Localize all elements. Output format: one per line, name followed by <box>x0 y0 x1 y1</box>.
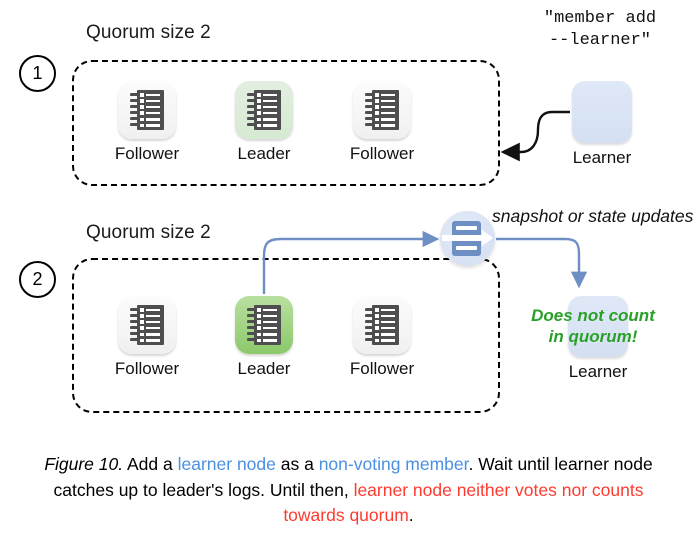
node-label: Follower <box>349 144 415 163</box>
caption-text-4: . <box>408 505 414 526</box>
caption-text-1: Add a <box>123 454 178 474</box>
member-add-command-text: "member add --learner" <box>543 9 657 51</box>
notepad-icon <box>365 90 399 130</box>
quorum-size-label-panel-2: Quorum size 2 <box>86 222 211 243</box>
node-follower-1b[interactable]: Follower <box>343 81 421 164</box>
notepad-icon <box>247 305 281 345</box>
node-follower-2a[interactable]: Follower <box>108 296 186 379</box>
node-label: Follower <box>114 359 180 378</box>
transfer-arrow-icon <box>482 230 493 246</box>
node-label: Follower <box>114 144 180 163</box>
notepad-icon <box>365 305 399 345</box>
figure-caption: Figure 10. Add a learner node as a non-v… <box>28 452 669 529</box>
learner-node-label-1: Learner <box>572 148 632 167</box>
caption-non-voting-member-blue: non-voting member <box>318 454 469 474</box>
node-icon-notepad <box>118 81 176 139</box>
node-icon-notepad <box>118 296 176 354</box>
node-icon-notepad <box>353 81 411 139</box>
node-label: Follower <box>349 359 415 378</box>
snapshot-updates-label: snapshot or state updates <box>492 206 694 226</box>
caption-figure-number: Figure 10. <box>44 454 124 474</box>
learner-node-label-2: Learner <box>568 362 628 381</box>
node-icon-notepad <box>235 81 293 139</box>
node-icon-notepad <box>235 296 293 354</box>
notepad-icon <box>130 305 164 345</box>
does-not-count-warning: Does not count in quorum! <box>531 306 655 347</box>
sync-to-learner-arrow <box>496 237 588 289</box>
figure-canvas: Quorum size 2 1 Follower Leader Follower… <box>0 0 697 546</box>
notepad-icon <box>247 90 281 130</box>
snapshot-sync-icon <box>440 211 495 266</box>
node-leader-2[interactable]: Leader <box>225 296 303 379</box>
learner-node-box-1[interactable] <box>572 81 632 143</box>
node-icon-notepad <box>353 296 411 354</box>
quorum-size-label-panel-1: Quorum size 2 <box>86 22 211 43</box>
add-learner-arrow <box>500 110 570 162</box>
step-number-2: 2 <box>19 261 56 298</box>
notepad-icon <box>130 90 164 130</box>
node-leader-1[interactable]: Leader <box>225 81 303 164</box>
node-label: Leader <box>237 144 291 163</box>
caption-learner-node-blue: learner node <box>177 454 276 474</box>
node-label: Leader <box>237 359 291 378</box>
node-follower-1a[interactable]: Follower <box>108 81 186 164</box>
caption-text-2: as a <box>275 454 319 474</box>
step-number-1: 1 <box>19 55 56 92</box>
node-follower-2b[interactable]: Follower <box>343 296 421 379</box>
